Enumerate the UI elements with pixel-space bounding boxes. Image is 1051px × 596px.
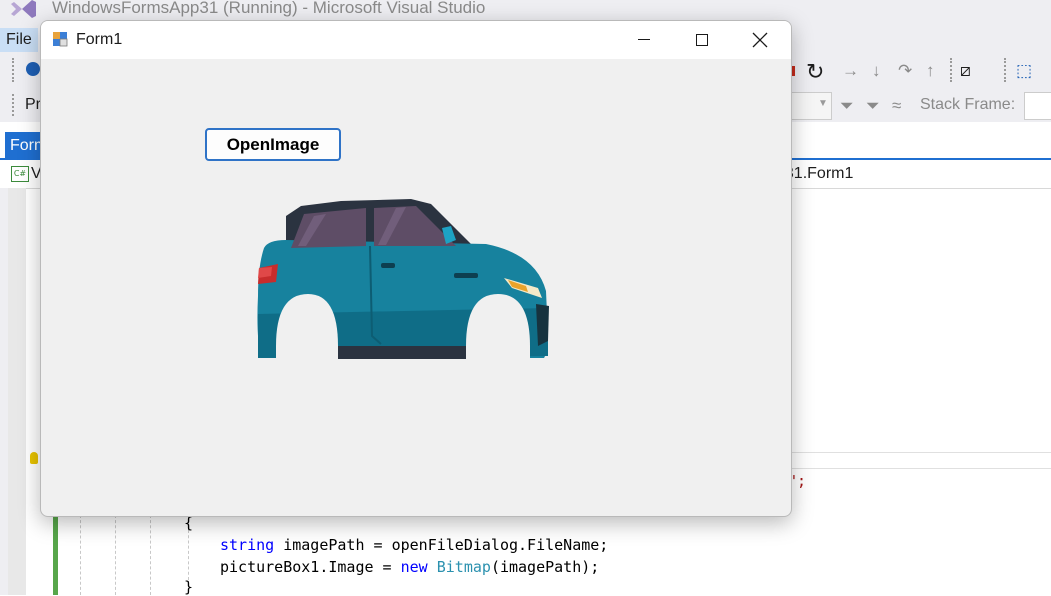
toolbar-grip[interactable]	[1004, 58, 1010, 82]
code-text: pictureBox1.Image =	[220, 558, 401, 576]
toolbar-grip[interactable]	[950, 58, 956, 82]
maximize-icon	[696, 34, 708, 46]
step-out-icon[interactable]: ↷	[898, 61, 912, 81]
code-text: imagePath = openFileDialog.FileName;	[274, 536, 609, 554]
chevron-down-icon[interactable]: ▼	[818, 98, 828, 109]
open-image-button[interactable]: OpenImage	[205, 128, 341, 161]
code-text: (imagePath);	[490, 558, 600, 576]
form-app-icon	[53, 32, 68, 47]
vs-window-title: WindowsFormsApp31 (Running) - Microsoft …	[52, 0, 486, 17]
code-line: }	[184, 578, 193, 596]
step-up-icon[interactable]: ↑	[926, 61, 935, 81]
indent-guide	[115, 515, 116, 595]
editor-divider	[790, 452, 1051, 453]
lightbulb-icon[interactable]	[30, 452, 38, 464]
form1-title: Form1	[76, 31, 123, 48]
form1-title-bar[interactable]: Form1	[41, 21, 791, 59]
indent-guide	[188, 530, 189, 580]
restart-icon[interactable]: ↻	[806, 59, 824, 85]
toolbar-process-label: Pr	[25, 96, 41, 113]
navigate-back-icon[interactable]	[26, 62, 40, 76]
code-brace-close: }	[184, 578, 194, 596]
code-type: Bitmap	[436, 558, 491, 576]
editor-left-margin	[0, 188, 8, 595]
code-keyword: string	[220, 536, 275, 554]
form1-window: Form1 OpenImage	[40, 20, 792, 517]
editor-divider	[790, 468, 1051, 469]
stack-frame-label: Stack Frame:	[920, 96, 1016, 113]
maximize-button[interactable]	[673, 21, 731, 59]
filter-icon[interactable]: ⏷	[840, 96, 854, 116]
step-into-icon[interactable]: →	[842, 61, 859, 81]
close-icon	[752, 32, 768, 48]
csharp-project-icon: C#	[11, 166, 29, 182]
visual-studio-logo-icon	[11, 0, 36, 18]
show-threads-icon[interactable]: ≈	[892, 96, 901, 116]
indent-guide	[150, 515, 151, 595]
toolbar-grip[interactable]	[12, 94, 18, 116]
code-keyword: new	[400, 558, 428, 576]
code-line: string imagePath = openFileDialog.FileNa…	[220, 536, 608, 554]
stack-frame-dropdown[interactable]	[1024, 92, 1051, 120]
editor-gutter	[8, 188, 26, 595]
hot-reload-icon[interactable]: ⧄	[960, 61, 971, 81]
step-over-icon[interactable]: ↓	[872, 61, 881, 81]
minimize-button[interactable]	[615, 21, 673, 59]
menu-item-file[interactable]: File	[0, 28, 38, 52]
change-tracking-bar	[53, 515, 58, 595]
indent-guide	[80, 515, 81, 595]
select-element-icon[interactable]: ⬚	[1016, 61, 1032, 81]
minimize-icon	[638, 39, 650, 40]
toolbar-grip[interactable]	[12, 58, 18, 82]
close-button[interactable]	[731, 21, 789, 59]
filter-clear-icon[interactable]: ⏷	[866, 96, 880, 116]
code-line: pictureBox1.Image = new Bitmap(imagePath…	[220, 558, 599, 576]
car-image	[246, 199, 566, 376]
